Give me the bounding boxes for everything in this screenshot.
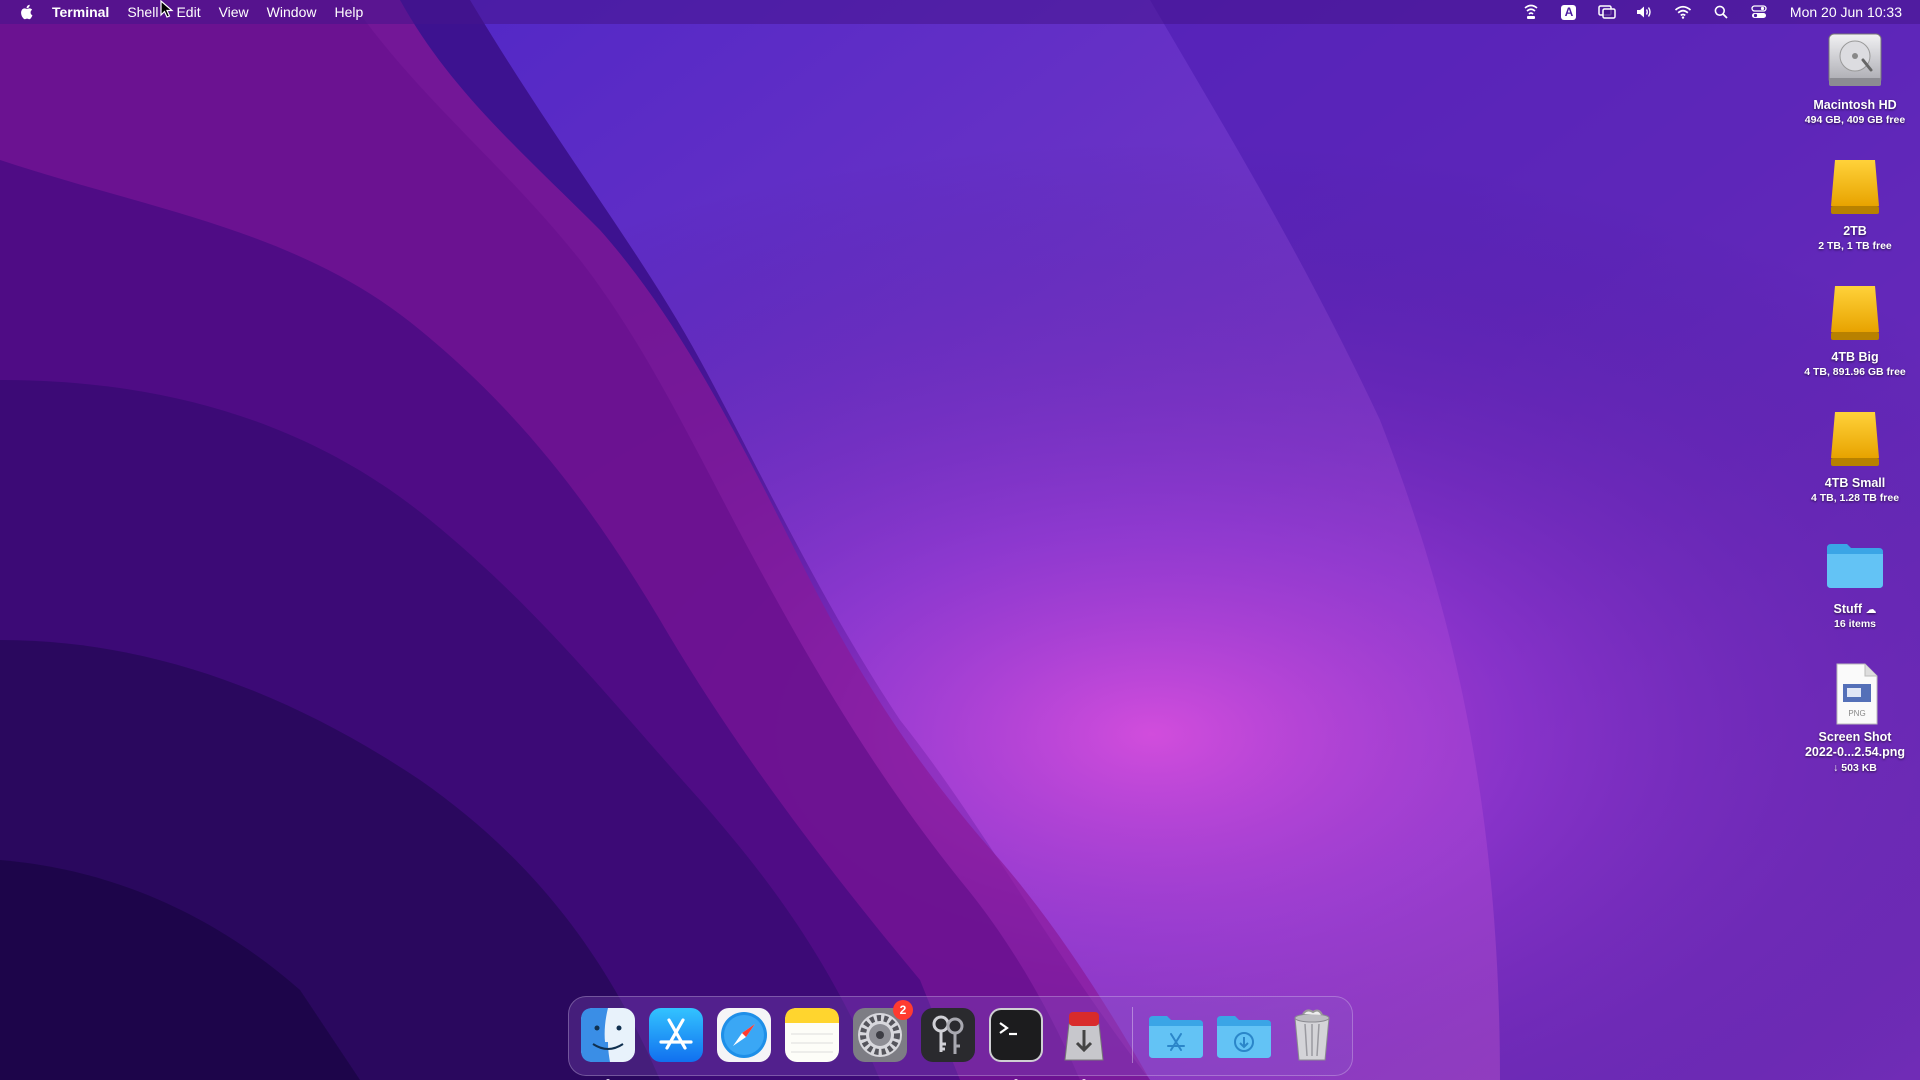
downloads-folder-icon: [1217, 1016, 1271, 1058]
notification-badge: 2: [893, 1000, 913, 1020]
apple-icon: [21, 4, 33, 20]
dock-separator: [1132, 1007, 1133, 1063]
desktop-item-detail: 4 TB, 891.96 GB free: [1804, 366, 1906, 378]
desktop-item-label: 4TB Big: [1831, 350, 1879, 364]
external-drive-icon: [1831, 286, 1879, 340]
desktop-item-4tb-small[interactable]: 4TB Small 4 TB, 1.28 TB free: [1790, 408, 1920, 504]
mouse-cursor-icon: [160, 0, 174, 18]
external-drive-icon: [1831, 412, 1879, 466]
dock-finder[interactable]: [579, 1006, 637, 1080]
dock: 2: [568, 996, 1353, 1080]
desktop-item-detail: 4 TB, 1.28 TB free: [1810, 492, 1900, 504]
screen-mirroring-icon[interactable]: [1596, 2, 1618, 22]
desktop-item-detail: 2 TB, 1 TB free: [1818, 240, 1892, 252]
dock-safari[interactable]: [715, 1006, 773, 1064]
dock-trash[interactable]: [1283, 1006, 1341, 1064]
dock-applications-stack[interactable]: [1147, 1006, 1205, 1064]
terminal-icon: [989, 1008, 1043, 1062]
input-source-letter: A: [1561, 4, 1577, 20]
dock-app-store[interactable]: [647, 1006, 705, 1064]
internal-drive-icon: [1828, 33, 1882, 86]
desktop-item-label: Screen Shot 2022-0...2.54.png: [1804, 730, 1906, 759]
wallpaper: [0, 0, 1920, 1080]
app-store-icon: [649, 1008, 703, 1062]
spotlight-search-icon[interactable]: [1710, 2, 1732, 22]
desktop-item-stuff-folder[interactable]: Stuff ☁ 16 items: [1790, 534, 1920, 630]
finder-icon: [581, 1008, 635, 1062]
desktop-item-label: Stuff ☁: [1834, 602, 1877, 616]
control-center-icon[interactable]: [1748, 2, 1770, 22]
trash-icon: [1294, 1009, 1330, 1061]
icloud-icon: ☁: [1865, 604, 1877, 616]
applications-folder-icon: [1149, 1016, 1203, 1058]
dock-transmission[interactable]: [1055, 1006, 1113, 1080]
safari-icon: [717, 1008, 771, 1062]
dock-downloads-stack[interactable]: [1215, 1006, 1273, 1064]
volume-icon[interactable]: [1634, 2, 1656, 22]
desktop-item-4tb-big[interactable]: 4TB Big 4 TB, 891.96 GB free: [1790, 282, 1920, 378]
dock-terminal[interactable]: [987, 1006, 1045, 1080]
desktop-item-label: 2TB: [1843, 224, 1867, 238]
menu-window[interactable]: Window: [258, 0, 326, 24]
input-source-icon[interactable]: A: [1558, 2, 1580, 22]
wifi-icon[interactable]: [1672, 2, 1694, 22]
external-drive-icon: [1831, 160, 1879, 214]
desktop-item-2tb[interactable]: 2TB 2 TB, 1 TB free: [1790, 156, 1920, 252]
desktop-item-detail: 494 GB, 409 GB free: [1804, 114, 1906, 126]
desktop-item-screenshot[interactable]: PNG Screen Shot 2022-0...2.54.png ↓ 503 …: [1790, 662, 1920, 774]
dock-notes[interactable]: [783, 1006, 841, 1064]
folder-icon: [1827, 544, 1883, 588]
dock-system-preferences[interactable]: 2: [851, 1000, 913, 1064]
desktop-item-name: Stuff: [1833, 602, 1862, 616]
menu-view[interactable]: View: [210, 0, 258, 24]
menu-help[interactable]: Help: [325, 0, 372, 24]
menu-bar: Terminal Shell Edit View Window Help A M…: [0, 0, 1920, 24]
dock-keychain-access[interactable]: [919, 1006, 977, 1064]
menu-app-terminal[interactable]: Terminal: [52, 0, 118, 24]
svg-text:PNG: PNG: [1848, 709, 1865, 718]
png-file-icon: PNG: [1836, 663, 1878, 725]
airdrop-icon[interactable]: [1520, 2, 1542, 22]
desktop[interactable]: Terminal Shell Edit View Window Help A M…: [0, 0, 1920, 1080]
apple-menu[interactable]: [0, 0, 52, 24]
desktop-item-label: 4TB Small: [1824, 476, 1886, 490]
desktop-item-macintosh-hd[interactable]: Macintosh HD 494 GB, 409 GB free: [1790, 30, 1920, 126]
desktop-item-detail: ↓ 503 KB: [1833, 762, 1877, 774]
desktop-item-detail: 16 items: [1833, 618, 1877, 630]
desktop-item-label: Macintosh HD: [1813, 98, 1897, 112]
keychain-icon: [921, 1008, 975, 1062]
transmission-icon: [1064, 1012, 1104, 1061]
notes-icon: [785, 1008, 839, 1062]
menu-clock[interactable]: Mon 20 Jun 10:33: [1790, 4, 1902, 20]
